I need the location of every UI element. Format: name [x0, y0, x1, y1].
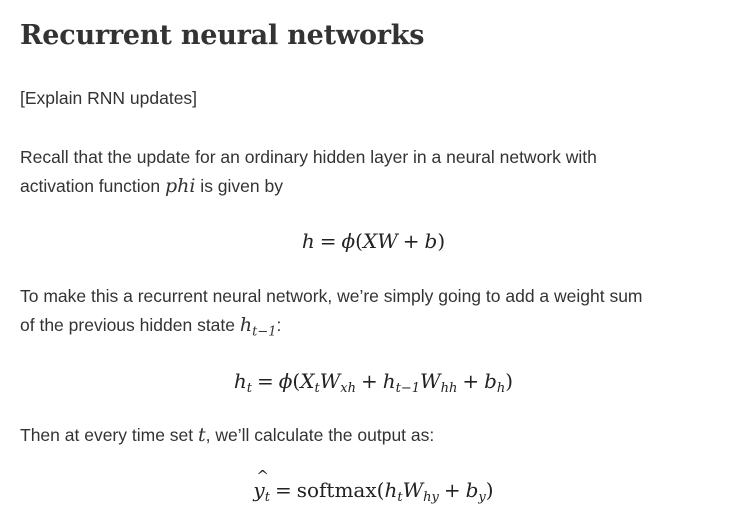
- equation-hidden-layer: h = ϕ(XW + b): [20, 229, 727, 253]
- math-symbol: b: [484, 369, 497, 393]
- math-subscript: y: [478, 490, 486, 505]
- math-operator: +: [462, 369, 480, 393]
- inline-math-t: t: [198, 424, 206, 446]
- inline-math-h: h: [239, 314, 253, 336]
- math-paren: ): [437, 229, 446, 253]
- math-symbol: W: [420, 369, 441, 393]
- math-symbol: W: [402, 478, 424, 502]
- math-subscript: xh: [340, 381, 356, 396]
- text-span: , we’ll calculate the output as:: [205, 425, 435, 445]
- math-operator: +: [443, 478, 461, 502]
- paragraph-output: Then at every time set t, we’ll calculat…: [20, 421, 434, 450]
- text-span: activation function: [20, 176, 165, 196]
- math-symbol: h: [382, 369, 396, 393]
- math-symbol: ϕ: [341, 229, 356, 253]
- text-span: is given by: [195, 176, 283, 196]
- placeholder-note: [Explain RNN updates]: [20, 88, 198, 108]
- math-paren: (: [355, 229, 363, 253]
- math-symbol: b: [465, 478, 479, 502]
- math-subscript: hh: [440, 381, 458, 396]
- math-symbol: h: [233, 369, 247, 393]
- paragraph-line: activation function phi is given by: [20, 172, 597, 201]
- page-title: Recurrent neural networks: [20, 20, 425, 51]
- math-symbol: ϕ: [278, 369, 293, 393]
- math-paren: ): [485, 478, 494, 502]
- math-paren: ): [505, 369, 514, 393]
- math-symbol-yhat: y: [253, 467, 269, 502]
- inline-math-subscript: t−1: [252, 324, 277, 340]
- math-symbol: X: [362, 229, 378, 253]
- inline-math-phi: phi: [164, 175, 196, 197]
- math-operator: +: [360, 369, 378, 393]
- math-function: softmax: [296, 478, 377, 502]
- math-subscript: t−1: [395, 381, 421, 396]
- math-symbol: b: [424, 229, 438, 253]
- math-symbol: h: [384, 478, 398, 502]
- math-operator: +: [402, 229, 420, 253]
- math-symbol: X: [300, 369, 315, 393]
- paragraph-recall: Recall that the update for an ordinary h…: [20, 143, 597, 201]
- text-span: :: [276, 315, 282, 335]
- text-span: Then at every time set: [20, 425, 198, 445]
- paragraph-recurrent: To make this a recurrent neural network,…: [20, 282, 643, 347]
- math-symbol: W: [377, 229, 398, 253]
- math-operator: =: [274, 478, 292, 502]
- math-symbol: W: [319, 369, 341, 393]
- math-operator: =: [319, 229, 337, 253]
- paragraph-line: To make this a recurrent neural network,…: [20, 286, 643, 306]
- equation-recurrent-update: ht = ϕ(XtWxh + ht−1Whh + bh): [20, 369, 727, 396]
- paragraph-line: of the previous hidden state ht−1:: [20, 311, 643, 347]
- math-operator: =: [257, 369, 274, 393]
- equation-output: yt=softmax(htWhy+by): [20, 467, 727, 505]
- math-symbol: h: [301, 229, 315, 253]
- text-span: of the previous hidden state: [20, 315, 240, 335]
- math-subscript: hy: [423, 490, 439, 505]
- paragraph-line: Recall that the update for an ordinary h…: [20, 147, 597, 167]
